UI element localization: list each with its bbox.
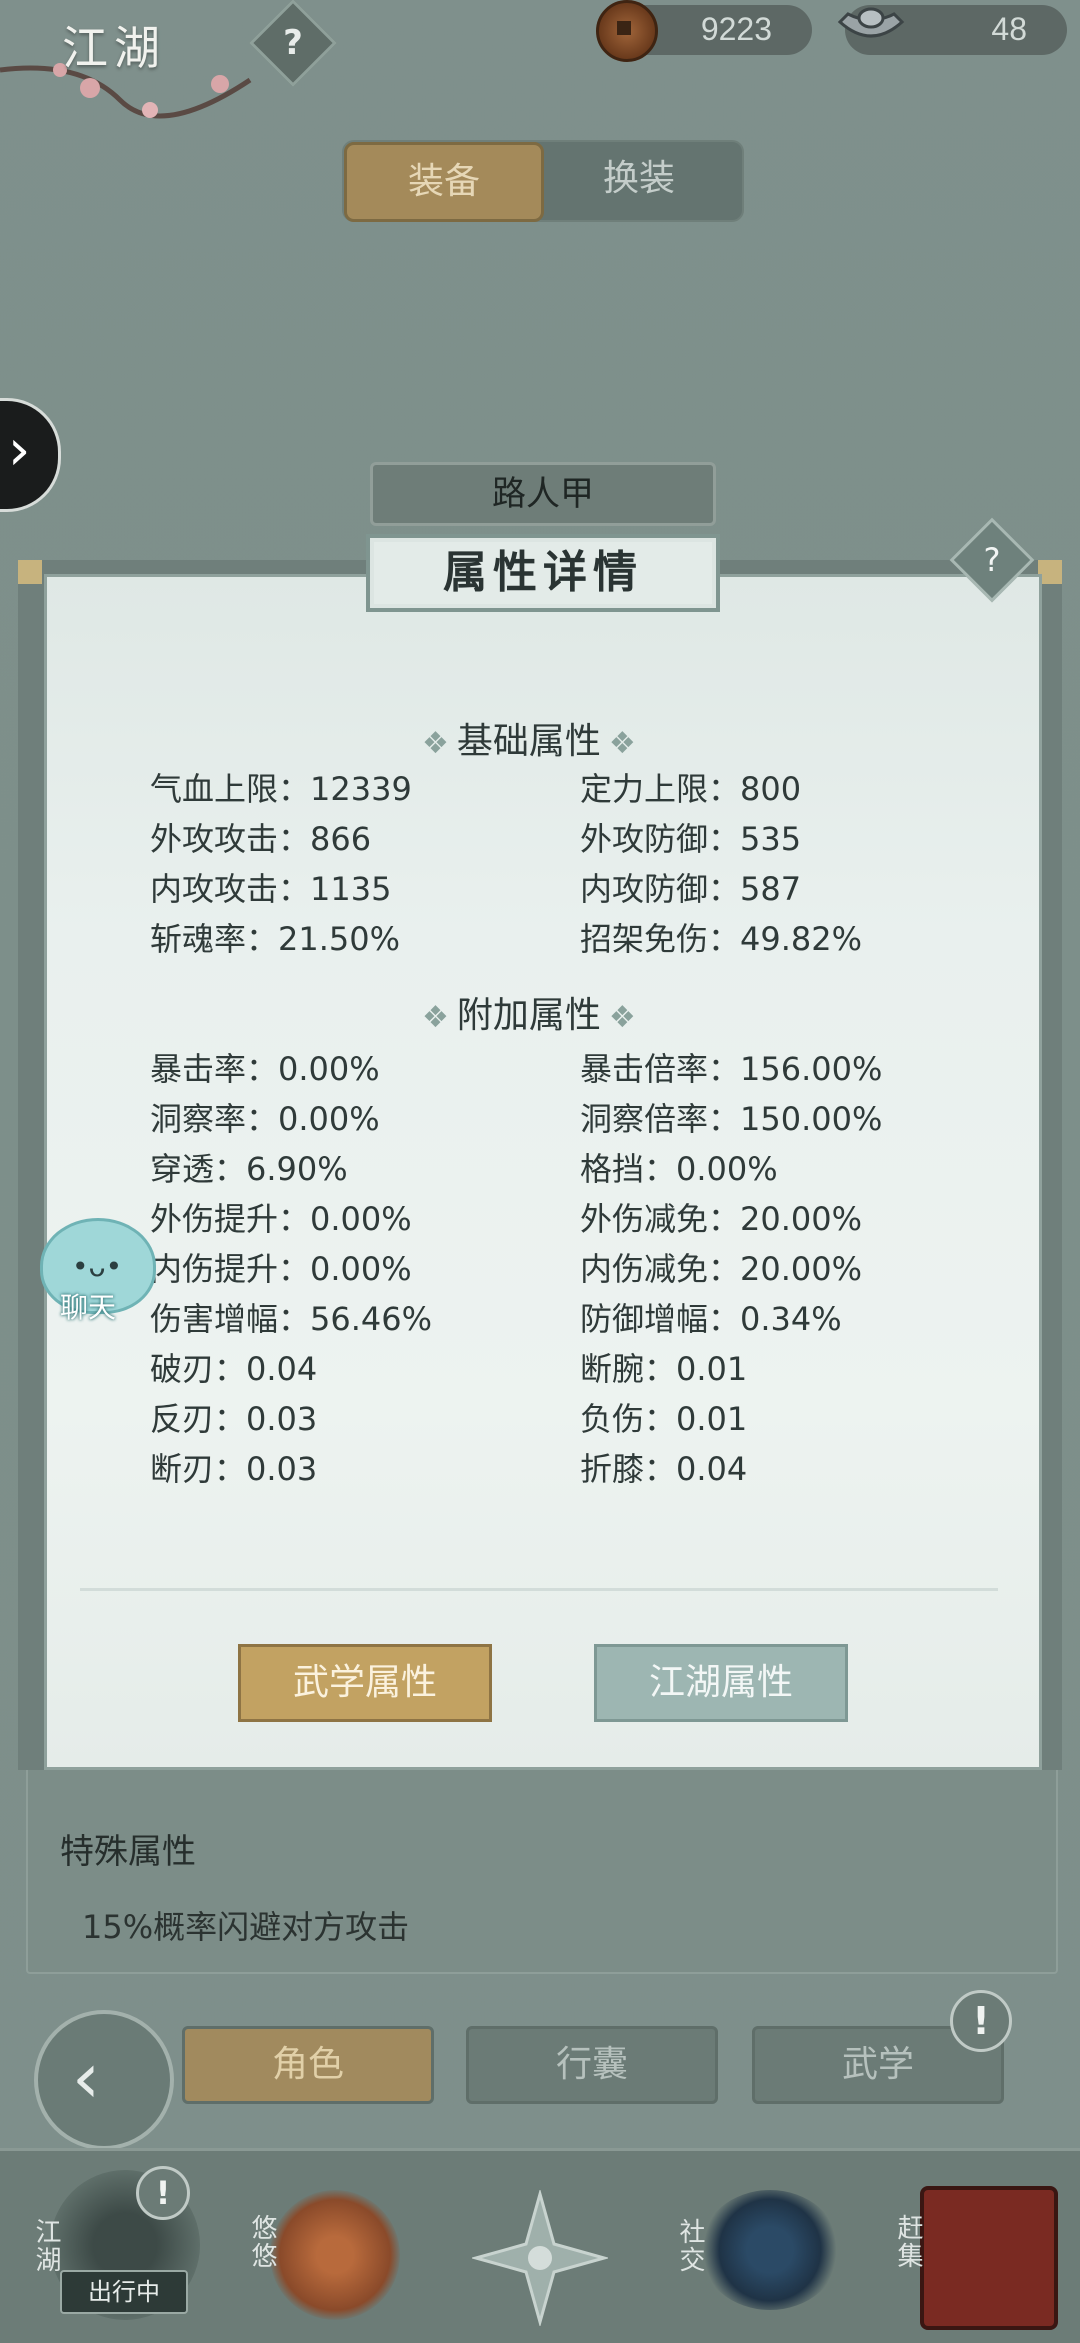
nav-bag-label: 行囊: [555, 2044, 628, 2085]
stat-right: 断腕：0.01: [580, 1350, 748, 1388]
diamond-ornament-icon: ❖: [422, 1000, 449, 1035]
diamond-ornament-icon: ❖: [422, 726, 449, 761]
bottom-tab-jianghu[interactable]: 江湖: [28, 2218, 65, 2274]
back-button[interactable]: ‹: [34, 2010, 174, 2150]
stat-right: 折膝：0.04: [580, 1450, 748, 1488]
travel-status-label: 出行中: [88, 2278, 160, 2306]
question-icon: ?: [283, 23, 303, 63]
bottom-tab-market[interactable]: 赶集: [890, 2214, 927, 2270]
stat-left: 洞察率：0.00%: [150, 1100, 380, 1138]
youyou-tab-art-icon[interactable]: [270, 2190, 400, 2320]
stat-left: 暴击率：0.00%: [150, 1050, 380, 1088]
stat-right: 洞察倍率：150.00%: [580, 1100, 883, 1138]
divider: [80, 1588, 998, 1591]
stat-left: 气血上限：12339: [150, 770, 412, 808]
stat-right: 格挡：0.00%: [580, 1150, 778, 1188]
silver-ingot-icon: [837, 7, 905, 38]
tab-equip-label: 装备: [407, 161, 480, 202]
martial-attr-label: 武学属性: [292, 1662, 437, 1703]
jianghu-attr-button[interactable]: 江湖属性: [594, 1644, 848, 1722]
stat-left: 内伤提升：0.00%: [150, 1250, 412, 1288]
extra-attr-heading: ❖ 附加属性 ❖: [414, 986, 644, 1038]
tab-change-outfit[interactable]: 换装: [540, 142, 738, 216]
stat-left: 外攻攻击：866: [150, 820, 372, 858]
jianghu-alert-badge: !: [136, 2166, 190, 2220]
nav-role-button[interactable]: 角色: [182, 2026, 434, 2104]
bottom-tab-social[interactable]: 社交: [672, 2218, 709, 2274]
compass-star-icon[interactable]: [472, 2190, 608, 2326]
exclamation-icon: !: [155, 2174, 171, 2212]
social-tab-art-icon[interactable]: [700, 2190, 840, 2310]
travel-status-badge: 出行中: [60, 2270, 188, 2314]
stat-left: 破刃：0.04: [150, 1350, 318, 1388]
stat-left: 外伤提升：0.00%: [150, 1200, 412, 1238]
extra-attr-title: 附加属性: [456, 995, 601, 1036]
tab-equip[interactable]: 装备: [344, 142, 544, 222]
special-attr-desc: 15%概率闪避对方攻击: [82, 1908, 410, 1946]
martial-attr-button[interactable]: 武学属性: [238, 1644, 492, 1722]
stat-left: 伤害增幅：56.46%: [150, 1300, 433, 1338]
character-name: 路人甲: [492, 474, 594, 514]
page-title: 江湖: [62, 21, 166, 75]
stat-left: 反刃：0.03: [150, 1400, 318, 1438]
frame-corner: [18, 560, 42, 584]
stat-left: 内攻攻击：1135: [150, 870, 392, 908]
question-icon: ?: [983, 541, 1001, 579]
stat-right: 内伤减免：20.00%: [580, 1250, 863, 1288]
stat-right: 防御增幅：0.34%: [580, 1300, 842, 1338]
basic-attr-title: 基础属性: [456, 721, 601, 762]
stat-right: 定力上限：800: [580, 770, 802, 808]
panel-title: 属性详情: [443, 547, 643, 598]
tab-change-label: 换装: [602, 158, 675, 199]
stat-left: 穿透：6.90%: [150, 1150, 348, 1188]
exclamation-icon: !: [972, 1999, 990, 2043]
special-attr-title: 特殊属性: [60, 1832, 196, 1872]
stat-right: 招架免伤：49.82%: [580, 920, 863, 958]
market-chest-icon[interactable]: [920, 2186, 1058, 2330]
expand-side-button[interactable]: ›: [0, 398, 61, 512]
silver-value: 48: [991, 11, 1027, 47]
stat-left: 斩魂率：21.50%: [150, 920, 401, 958]
copper-value: 9223: [700, 11, 772, 47]
bottom-tab-youyou[interactable]: 悠悠: [244, 2214, 281, 2270]
chevron-left-icon: ‹: [72, 2037, 100, 2119]
diamond-ornament-icon: ❖: [608, 1000, 636, 1035]
stat-left: 断刃：0.03: [150, 1450, 318, 1488]
diamond-ornament-icon: ❖: [608, 726, 636, 761]
mascot-face-icon: •ᴗ•: [72, 1250, 123, 1283]
stat-right: 外攻防御：535: [580, 820, 802, 858]
copper-coin-icon: [596, 0, 658, 62]
chevron-right-icon: ›: [8, 418, 31, 483]
stat-right: 内攻防御：587: [580, 870, 802, 908]
character-name-plate: 路人甲: [370, 462, 716, 526]
stat-right: 外伤减免：20.00%: [580, 1200, 863, 1238]
basic-attr-heading: ❖ 基础属性 ❖: [414, 712, 644, 764]
stat-right: 负伤：0.01: [580, 1400, 748, 1438]
nav-bag-button[interactable]: 行囊: [466, 2026, 718, 2104]
stat-right: 暴击倍率：156.00%: [580, 1050, 883, 1088]
chat-button-label[interactable]: 聊天: [60, 1286, 116, 1326]
jianghu-attr-label: 江湖属性: [648, 1662, 793, 1703]
nav-role-label: 角色: [271, 2044, 344, 2085]
panel-title-plate: 属性详情: [366, 534, 720, 612]
martial-alert-badge: !: [950, 1990, 1012, 2052]
